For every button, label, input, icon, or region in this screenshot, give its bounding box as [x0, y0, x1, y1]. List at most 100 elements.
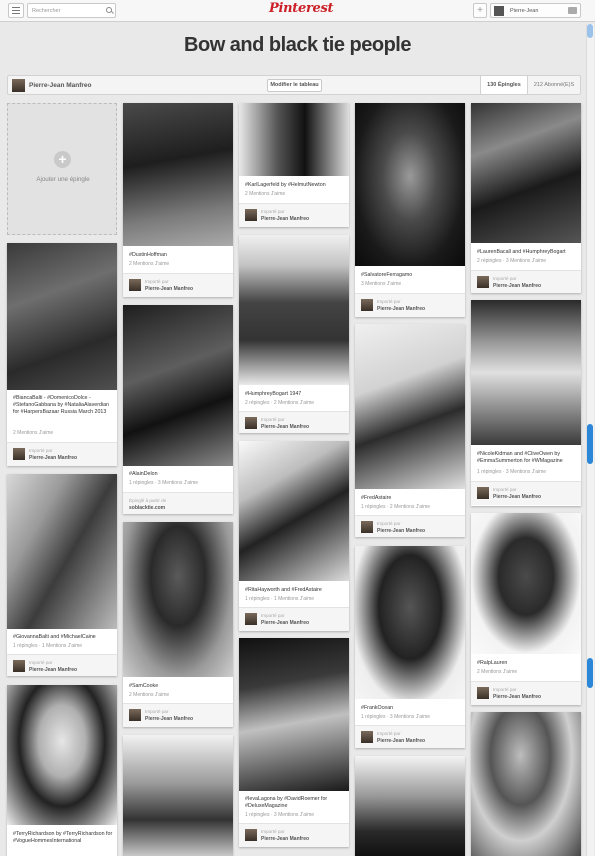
pin-card[interactable]: #FrankOcean 1 répingles · 3 Mentions J'a… — [355, 546, 465, 748]
pin-image[interactable] — [239, 235, 349, 385]
pin-image[interactable] — [7, 243, 117, 390]
pin-card[interactable] — [123, 735, 233, 856]
add-pin-label: Ajouter une épingle — [36, 176, 90, 183]
pin-image[interactable] — [123, 305, 233, 466]
avatar[interactable] — [361, 731, 373, 743]
pin-card[interactable]: #SamCooke 2 Mentions J'aime Importé par … — [123, 522, 233, 727]
scrollbar-thumb[interactable] — [587, 424, 593, 464]
pin-image[interactable] — [355, 756, 465, 856]
pin-image[interactable] — [471, 300, 581, 445]
search-icon[interactable] — [106, 7, 112, 13]
pin-image[interactable] — [471, 103, 581, 243]
avatar[interactable] — [129, 279, 141, 291]
source-link[interactable]: soblacktie.com — [129, 505, 165, 511]
pin-stats: 1 répingles · 3 Mentions J'aime — [361, 714, 431, 720]
pin-image[interactable] — [123, 735, 233, 856]
credit-name[interactable]: Pierre-Jean Manfreo — [261, 836, 309, 842]
avatar[interactable] — [129, 709, 141, 721]
pin-credit: Importé par Pierre-Jean Manfreo — [355, 515, 465, 537]
avatar[interactable] — [477, 487, 489, 499]
add-pin-tile[interactable]: + Ajouter une épingle — [7, 103, 117, 235]
pin-stats: 3 Mentions J'aime — [361, 281, 402, 287]
credit-name[interactable]: Pierre-Jean Manfreo — [377, 738, 425, 744]
pin-image[interactable] — [355, 546, 465, 699]
credit-name[interactable]: Pierre-Jean Manfreo — [261, 424, 309, 430]
pin-card[interactable]: #DustinHoffman 2 Mentions J'aime Importé… — [123, 103, 233, 297]
pin-card[interactable]: #NicoleKidman and #CliveOwen by #EmmaSum… — [471, 300, 581, 506]
pin-card[interactable]: #FredAstaire 1 répingles · 2 Mentions J'… — [355, 324, 465, 537]
pin-card[interactable]: #HumphreyBogart 1947 2 répingles · 2 Men… — [239, 235, 349, 433]
credit-name[interactable]: Pierre-Jean Manfreo — [145, 286, 193, 292]
pin-card[interactable]: #LaurenBacall and #HumphreyBogart 2 répi… — [471, 103, 581, 293]
pin-image[interactable] — [123, 103, 233, 246]
pin-image[interactable] — [355, 103, 465, 266]
pin-card[interactable]: #AlainDelon 1 répingles · 3 Mentions J'a… — [123, 305, 233, 514]
credit-name[interactable]: Pierre-Jean Manfreo — [29, 667, 77, 673]
avatar[interactable] — [245, 829, 257, 841]
avatar[interactable] — [477, 687, 489, 699]
pin-card[interactable]: #SalvatoreFerragamo 3 Mentions J'aime Im… — [355, 103, 465, 317]
tab-pins[interactable]: 130 Épingles — [480, 76, 528, 94]
avatar[interactable] — [477, 276, 489, 288]
credit-name[interactable]: Pierre-Jean Manfreo — [493, 283, 541, 289]
credit-name[interactable]: Pierre-Jean Manfreo — [377, 528, 425, 534]
search-input[interactable]: Rechercher — [27, 3, 116, 18]
pin-caption: #HumphreyBogart 1947 — [245, 391, 302, 397]
pin-card[interactable]: #TerryRichardson by #TerryRichardson for… — [7, 685, 117, 856]
pin-caption: #IevaLagona by #DavidRoemer for #DeluxeM… — [245, 796, 328, 809]
pin-card[interactable]: #IevaLagona by #DavidRoemer for #DeluxeM… — [239, 638, 349, 847]
avatar[interactable] — [245, 417, 257, 429]
avatar[interactable] — [245, 613, 257, 625]
pin-card[interactable] — [471, 712, 581, 856]
pin-stats: 1 répingles · 2 Mentions J'aime — [361, 504, 431, 510]
tab-followers[interactable]: 212 Abonné(E)S — [528, 76, 580, 94]
add-button[interactable]: + — [473, 3, 487, 18]
pin-stats: 1 répingles · 3 Mentions J'aime — [477, 469, 547, 475]
pin-image[interactable] — [355, 324, 465, 489]
pin-image[interactable] — [7, 685, 117, 825]
pin-stats: 2 Mentions J'aime — [129, 261, 170, 267]
pinterest-logo[interactable]: Pinterest — [269, 1, 333, 16]
credit-name[interactable]: Pierre-Jean Manfreo — [377, 306, 425, 312]
notification-icon[interactable] — [568, 7, 577, 14]
avatar[interactable] — [13, 448, 25, 460]
pin-stats: 1 répingles · 3 Mentions J'aime — [245, 812, 315, 818]
pin-image[interactable] — [471, 712, 581, 856]
pin-card[interactable]: #BiancaBalti - #DomenicoDolce - #Stefano… — [7, 243, 117, 466]
scrollbar-thumb-lower[interactable] — [587, 658, 593, 688]
menu-icon[interactable] — [8, 3, 24, 18]
pin-card[interactable]: #KarlLagerfeld by #HelmutNewton 2 Mentio… — [239, 103, 349, 227]
pin-image[interactable] — [239, 441, 349, 581]
avatar[interactable] — [361, 299, 373, 311]
credit-name[interactable]: Pierre-Jean Manfreo — [493, 494, 541, 500]
avatar[interactable] — [361, 521, 373, 533]
pin-card[interactable]: #RalpLauren 2 Mentions J'aime Importé pa… — [471, 513, 581, 705]
pin-image[interactable] — [7, 474, 117, 629]
pin-credit: Importé par Pierre-Jean Manfreo — [239, 203, 349, 227]
user-menu-button[interactable]: Pierre-Jean — [490, 3, 581, 18]
search-placeholder: Rechercher — [32, 8, 61, 14]
credit-label: Importé par — [377, 731, 401, 736]
credit-name[interactable]: Pierre-Jean Manfreo — [29, 455, 77, 461]
credit-name[interactable]: Pierre-Jean Manfreo — [261, 620, 309, 626]
pin-card[interactable] — [355, 756, 465, 856]
owner-avatar[interactable] — [12, 79, 25, 92]
pin-credit: Importé par Pierre-Jean Manfreo — [471, 481, 581, 505]
pin-credit: Importé par Pierre-Jean Manfreo — [7, 442, 117, 466]
pin-image[interactable] — [471, 513, 581, 654]
avatar[interactable] — [245, 209, 257, 221]
credit-name[interactable]: Pierre-Jean Manfreo — [145, 716, 193, 722]
edit-board-button[interactable]: Modifier le tableau — [267, 79, 322, 92]
pin-stats: 2 répingles · 3 Mentions J'aime — [477, 258, 547, 264]
pin-image[interactable] — [239, 638, 349, 791]
credit-name[interactable]: Pierre-Jean Manfreo — [261, 216, 309, 222]
pin-card[interactable]: #RitaHayworth and #FredAstaire 1 répingl… — [239, 441, 349, 631]
pin-image[interactable] — [123, 522, 233, 677]
pin-caption: #DustinHoffman — [129, 252, 167, 258]
pin-image[interactable] — [239, 103, 349, 176]
credit-name[interactable]: Pierre-Jean Manfreo — [493, 694, 541, 700]
credit-label: Importé par — [145, 279, 169, 284]
pin-card[interactable]: #GiovannaBalti and #MichaelCaine 1 répin… — [7, 474, 117, 676]
owner-name[interactable]: Pierre-Jean Manfreo — [29, 82, 92, 89]
avatar[interactable] — [13, 660, 25, 672]
